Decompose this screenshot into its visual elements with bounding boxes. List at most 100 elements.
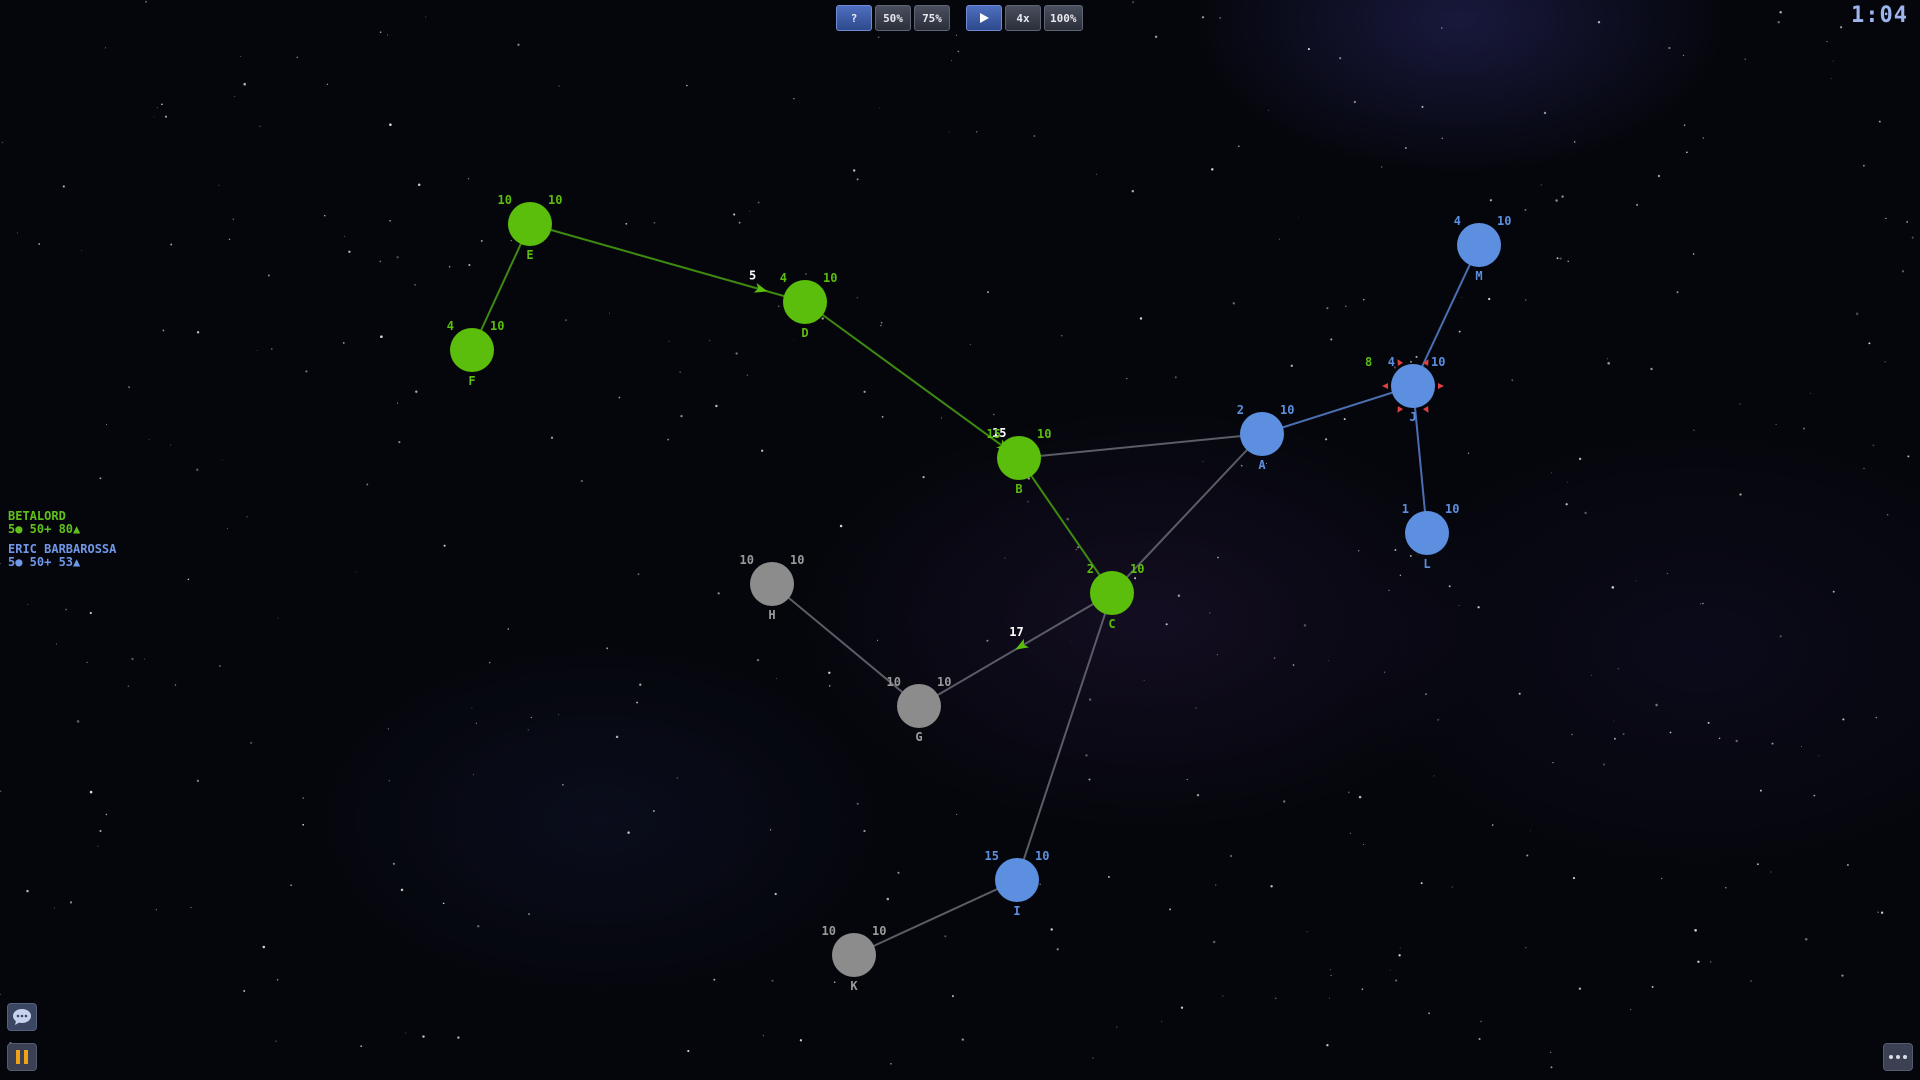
zoom-75-button[interactable]: 75% (914, 5, 950, 31)
star (1070, 641, 1072, 643)
star (880, 324, 882, 327)
star (1591, 674, 1593, 676)
star (1131, 190, 1134, 193)
planet-circle[interactable] (1391, 364, 1435, 408)
star-map[interactable]: 5 15 17 10 10 E 4 10 F 4 10 D 15 10 B 2 10 C 2 10 A 4 10 J 8 4 10… (0, 0, 1920, 1080)
star (1572, 877, 1576, 880)
star (302, 823, 305, 826)
star (1273, 657, 1276, 659)
help-button[interactable]: ? (836, 5, 872, 31)
planet-g[interactable]: 10 10 G (887, 675, 952, 744)
planet-a[interactable]: 2 10 A (1237, 403, 1295, 472)
planet-capacity: 10 (1035, 849, 1049, 863)
star (472, 774, 475, 776)
star (1756, 863, 1759, 866)
star (1330, 338, 1333, 341)
star (1467, 452, 1470, 454)
planet-circle[interactable] (997, 436, 1041, 480)
planet-ship-count: 10 (740, 553, 754, 567)
star (1177, 594, 1181, 598)
zoom-100-button[interactable]: 100% (1044, 5, 1083, 31)
star (1661, 877, 1663, 880)
planet-l[interactable]: 1 10 L (1402, 502, 1460, 571)
star (738, 221, 741, 224)
fleet-ship-count: 17 (1009, 625, 1023, 639)
star (1345, 305, 1347, 308)
star (776, 678, 778, 679)
planet-circle[interactable] (995, 858, 1039, 902)
star (55, 643, 58, 645)
planet-b[interactable]: 15 10 B (987, 427, 1052, 496)
star (1804, 938, 1808, 941)
planet-circle[interactable] (450, 328, 494, 372)
planet-circle[interactable] (1090, 571, 1134, 615)
star (686, 84, 688, 87)
star (1292, 664, 1295, 666)
star (507, 628, 510, 630)
planet-d[interactable]: 4 10 D (780, 271, 838, 340)
zoom-50-button[interactable]: 50% (875, 5, 911, 31)
planet-circle[interactable] (1240, 412, 1284, 456)
star (1088, 698, 1092, 701)
planet-m[interactable]: 4 10 M (1454, 214, 1512, 283)
planet-f[interactable]: 4 10 F (447, 319, 505, 388)
planet-circle[interactable] (1457, 223, 1501, 267)
planet-capacity: 10 (548, 193, 562, 207)
planet-ship-count: 2 (1087, 562, 1094, 576)
play-button[interactable] (966, 5, 1002, 31)
planet-circle[interactable] (897, 684, 941, 728)
speed-4x-button[interactable]: 4x (1005, 5, 1041, 31)
star (221, 459, 223, 461)
planet-h[interactable]: 10 10 H (740, 553, 805, 622)
star (105, 47, 107, 49)
menu-button[interactable] (1883, 1043, 1913, 1071)
fleet-arrow-icon (753, 283, 768, 293)
attacker-ship-count: 8 (1365, 355, 1372, 369)
star (1212, 940, 1216, 944)
star (226, 528, 228, 529)
planet-circle[interactable] (1405, 511, 1449, 555)
pause-button[interactable] (7, 1043, 37, 1071)
star (756, 658, 760, 662)
planet-layer[interactable]: 10 10E 4 10F 4 10D 15 10B 2 10C 2 10A 4 10J8 4 10M 1 10L 1… (447, 193, 1512, 993)
star (562, 783, 564, 786)
chat-button[interactable] (7, 1003, 37, 1031)
planet-k[interactable]: 10 10 K (822, 924, 887, 993)
star (1421, 105, 1424, 108)
planet-c[interactable]: 2 10 C (1087, 562, 1145, 631)
star (1460, 297, 1462, 298)
planet-circle[interactable] (783, 280, 827, 324)
planet-e[interactable]: 10 10 E (498, 193, 563, 262)
star (1725, 887, 1727, 889)
star (1303, 624, 1307, 627)
star (457, 1036, 460, 1039)
star (1809, 392, 1811, 394)
planet-circle[interactable] (832, 933, 876, 977)
fleet-ship-count: 5 (749, 269, 756, 283)
star (948, 131, 950, 133)
star (881, 416, 884, 418)
planet-j[interactable]: 4 10 J 8 (1365, 355, 1445, 424)
star (1841, 974, 1844, 977)
star (1278, 238, 1281, 240)
star (856, 802, 859, 805)
star (1216, 654, 1218, 656)
star (398, 441, 401, 444)
star (746, 374, 749, 376)
star (1165, 623, 1168, 626)
star (16, 232, 18, 234)
planet-i[interactable]: 15 10 I (985, 849, 1050, 918)
star (510, 240, 512, 242)
star (1693, 429, 1695, 431)
planet-circle[interactable] (508, 202, 552, 246)
star (196, 468, 199, 471)
star (1409, 360, 1413, 363)
star (414, 284, 416, 286)
star (1635, 580, 1637, 582)
star (1885, 217, 1887, 220)
planet-ship-count: 10 (887, 675, 901, 689)
planet-circle[interactable] (750, 562, 794, 606)
star (1339, 57, 1342, 60)
star (99, 829, 102, 833)
star (1437, 718, 1440, 721)
